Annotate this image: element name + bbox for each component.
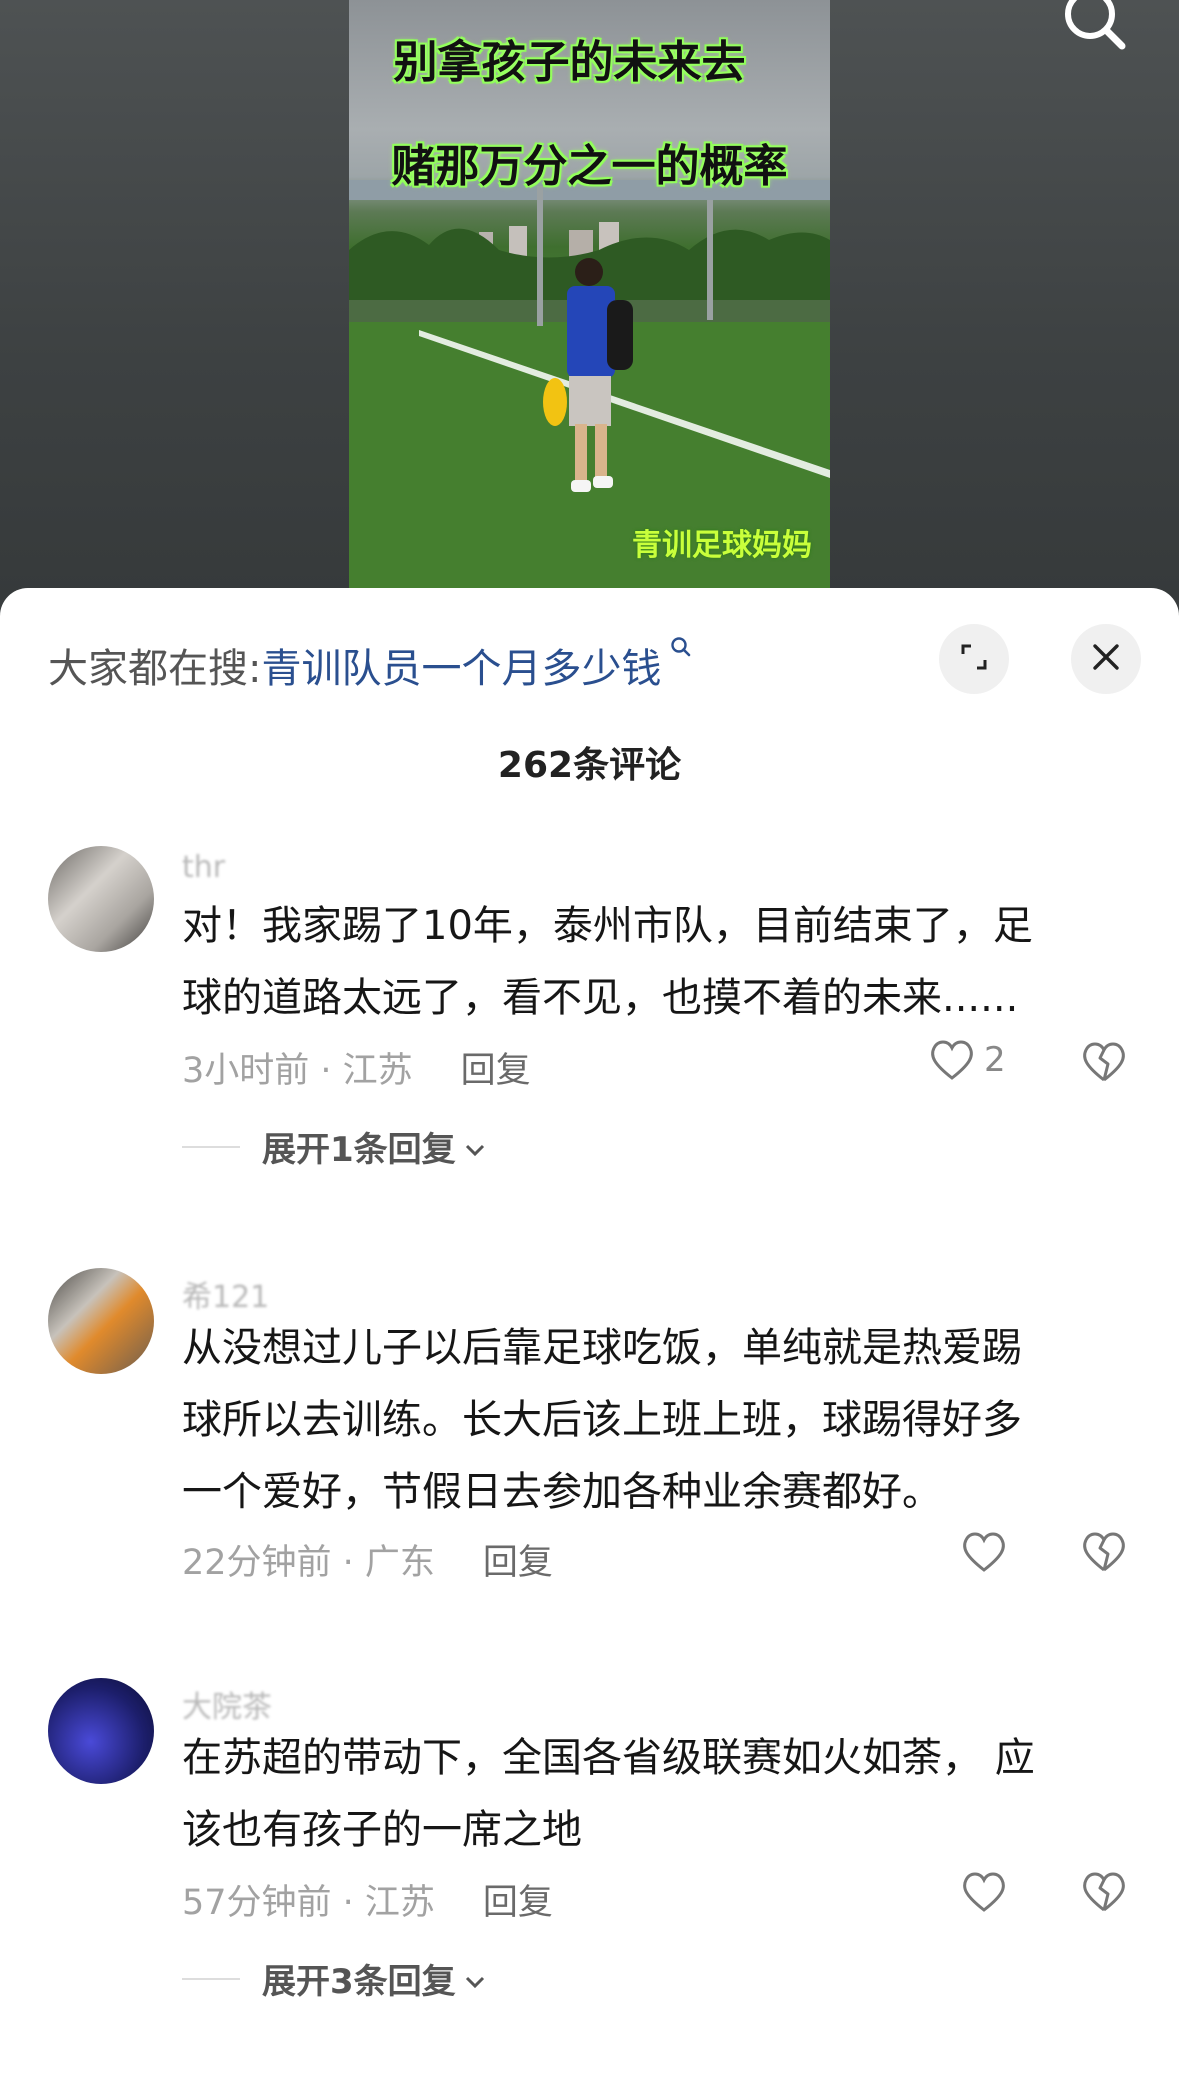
close-button[interactable] <box>1071 624 1141 694</box>
comment-username[interactable]: thr <box>182 850 225 885</box>
comment-count: 262条评论 <box>497 745 682 786</box>
like-button[interactable] <box>960 1530 1008 1574</box>
dislike-button[interactable] <box>1080 1870 1128 1918</box>
heart-icon <box>931 1040 973 1080</box>
comment-meta: 3小时前 · 江苏 回复 <box>182 1042 531 1093</box>
comment-sheet: 大家都在搜:青训队员一个月多少钱 262条评论 thr 对！我家踢了10年，泰州… <box>0 588 1179 2096</box>
expand-replies-label: 展开3条回复 <box>262 1962 456 2002</box>
avatar[interactable] <box>48 846 154 952</box>
expand-icon <box>957 640 991 678</box>
video-player[interactable]: 别拿孩子的未来去 赌那万分之一的概率 青训足球妈妈 <box>0 0 1179 600</box>
chevron-down-icon <box>464 1127 486 1167</box>
expand-replies-label: 展开1条回复 <box>262 1130 456 1170</box>
comment-time-location: 57分钟前 · 江苏 <box>182 1883 435 1923</box>
avatar[interactable] <box>48 1678 154 1784</box>
heart-icon <box>963 1532 1005 1572</box>
heart-icon <box>963 1872 1005 1912</box>
reply-button[interactable]: 回复 <box>483 1883 553 1923</box>
broken-heart-icon <box>1083 1042 1125 1082</box>
comment-time-location: 3小时前 · 江苏 <box>182 1051 413 1091</box>
like-button[interactable] <box>960 1870 1008 1914</box>
search-suggestion-prefix: 大家都在搜: <box>48 646 262 692</box>
dislike-button[interactable] <box>1080 1040 1128 1088</box>
search-suggestion[interactable]: 大家都在搜:青训队员一个月多少钱 <box>48 636 692 694</box>
video-title-line2: 赌那万分之一的概率 <box>391 141 788 192</box>
expand-replies-button[interactable]: 展开1条回复 <box>182 1122 486 1171</box>
comment-username[interactable]: 希121 <box>182 1272 269 1316</box>
broken-heart-icon <box>1083 1872 1125 1912</box>
comment-text: 在苏超的带动下，全国各省级联赛如火如荼， 应 该也有孩子的一席之地 <box>182 1722 1122 1866</box>
video-title-line1: 别拿孩子的未来去 <box>393 37 746 88</box>
comment-text-line: 对！我家踢了10年，泰州市队，目前结束了，足 <box>182 903 1033 949</box>
comment-meta: 57分钟前 · 江苏 回复 <box>182 1874 553 1925</box>
video-watermark: 青训足球妈妈 <box>632 528 812 563</box>
comment-text-line: 球所以去训练。长大后该上班上班，球踢得好多 <box>182 1397 1022 1443</box>
comment-text: 对！我家踢了10年，泰州市队，目前结束了，足 球的道路太远了，看不见，也摸不着的… <box>182 890 1122 1034</box>
search-small-icon <box>661 637 691 669</box>
like-count: 2 <box>984 1040 1006 1080</box>
search-icon[interactable] <box>1056 0 1136 60</box>
comment-text-line: 球的道路太远了，看不见，也摸不着的未来...... <box>182 975 1019 1021</box>
search-suggestion-query[interactable]: 青训队员一个月多少钱 <box>261 646 661 692</box>
expand-button[interactable] <box>939 624 1009 694</box>
comment-username[interactable]: 大院茶 <box>182 1682 272 1726</box>
divider <box>182 1145 240 1148</box>
avatar[interactable] <box>48 1268 154 1374</box>
dislike-button[interactable] <box>1080 1530 1128 1578</box>
comment-text-line: 一个爱好，节假日去参加各种业余赛都好。 <box>182 1469 942 1515</box>
comment-meta: 22分钟前 · 广东 回复 <box>182 1534 553 1585</box>
comment-text-line: 该也有孩子的一席之地 <box>182 1807 582 1853</box>
comment-text: 从没想过儿子以后靠足球吃饭，单纯就是热爱踢 球所以去训练。长大后该上班上班，球踢… <box>182 1312 1122 1528</box>
divider <box>182 1977 240 1980</box>
comment-time-location: 22分钟前 · 广东 <box>182 1543 435 1583</box>
video-thumbnail[interactable]: 别拿孩子的未来去 赌那万分之一的概率 青训足球妈妈 <box>349 0 830 588</box>
broken-heart-icon <box>1083 1532 1125 1572</box>
chevron-down-icon <box>464 1959 486 1999</box>
comment-text-line: 从没想过儿子以后靠足球吃饭，单纯就是热爱踢 <box>182 1325 1022 1371</box>
comment-text-line: 在苏超的带动下，全国各省级联赛如火如荼， 应 <box>182 1735 1035 1781</box>
reply-button[interactable]: 回复 <box>461 1051 531 1091</box>
close-icon <box>1089 640 1123 678</box>
reply-button[interactable]: 回复 <box>483 1543 553 1583</box>
like-button[interactable]: 2 <box>928 1038 1006 1082</box>
expand-replies-button[interactable]: 展开3条回复 <box>182 1954 486 2003</box>
